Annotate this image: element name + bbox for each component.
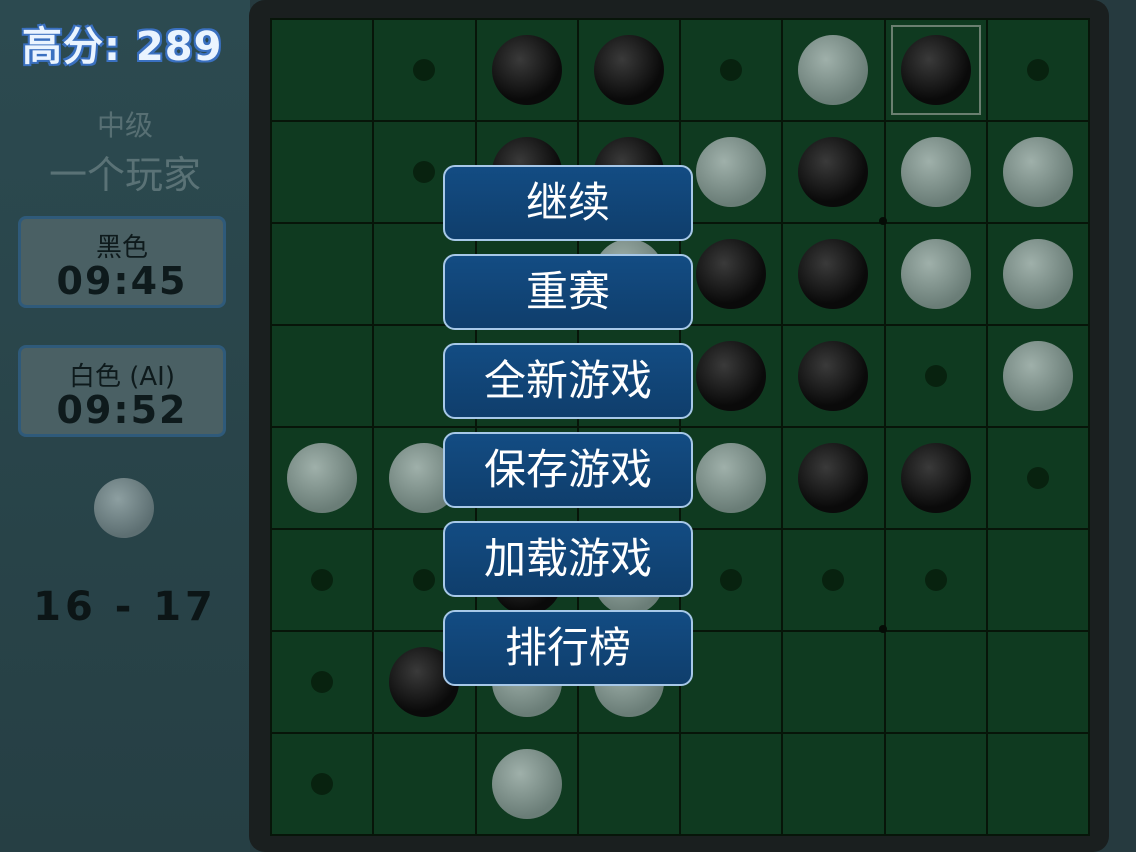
board-cell[interactable] [782,529,885,631]
board-cell[interactable] [986,325,1089,427]
board-cell[interactable] [271,631,374,733]
white-clock-time: 09:52 [56,388,188,432]
white-disc [1002,341,1073,411]
board-cell[interactable] [577,733,680,835]
save-game-button[interactable]: 保存游戏 [443,432,693,508]
board-cell[interactable] [680,733,783,835]
board-cell[interactable] [680,631,783,733]
board-cell[interactable] [884,427,987,529]
board-cell[interactable] [271,223,374,325]
black-disc [696,239,767,309]
valid-move-hint [311,671,334,693]
board-cell[interactable] [475,733,578,835]
rematch-button[interactable]: 重赛 [443,254,693,330]
black-disc [798,239,869,309]
board-cell[interactable] [271,529,374,631]
white-disc [491,749,562,819]
high-score: 高分: 289 [22,24,223,70]
board-cell[interactable] [475,19,578,121]
board-star-point [879,217,887,225]
black-disc [491,35,562,105]
board-cell[interactable] [373,19,476,121]
board-cell[interactable] [271,121,374,223]
board-cell[interactable] [986,121,1089,223]
valid-move-hint [1026,59,1049,81]
board-cell[interactable] [884,529,987,631]
valid-move-hint [311,569,334,591]
board-cell[interactable] [680,223,783,325]
valid-move-hint [720,59,743,81]
black-disc [798,341,869,411]
board-cell[interactable] [680,19,783,121]
valid-move-hint [720,569,743,591]
valid-move-hint [1026,467,1049,489]
current-turn-disc [94,478,154,538]
board-star-point [879,625,887,633]
continue-button[interactable]: 继续 [443,165,693,241]
board-cell[interactable] [986,631,1089,733]
white-disc [696,137,767,207]
valid-move-hint [413,569,436,591]
pause-menu: 继续 重赛 全新游戏 保存游戏 加载游戏 排行榜 [443,165,693,699]
disc-count-score: 16 - 17 [33,584,217,630]
board-cell[interactable] [986,427,1089,529]
difficulty-level: 中级 [96,109,153,142]
board-cell[interactable] [680,325,783,427]
board-cell[interactable] [680,529,783,631]
board-cell[interactable] [680,121,783,223]
white-disc [900,239,971,309]
white-disc [696,443,767,513]
board-cell[interactable] [986,19,1089,121]
board-cell[interactable] [884,223,987,325]
board-cell[interactable] [577,19,680,121]
white-disc [1002,137,1073,207]
black-disc [798,137,869,207]
valid-move-hint [311,773,334,795]
new-game-button[interactable]: 全新游戏 [443,343,693,419]
black-disc [900,35,971,105]
board-cell[interactable] [884,121,987,223]
valid-move-hint [924,569,947,591]
black-clock: 黑色 09:45 [18,216,226,308]
white-disc [900,137,971,207]
board-cell[interactable] [884,631,987,733]
board-cell[interactable] [884,325,987,427]
valid-move-hint [924,365,947,387]
black-clock-time: 09:45 [56,259,188,303]
board-cell[interactable] [884,19,987,121]
board-cell[interactable] [782,733,885,835]
board-cell[interactable] [986,529,1089,631]
board-cell[interactable] [782,223,885,325]
board-cell[interactable] [271,733,374,835]
board-cell[interactable] [782,121,885,223]
valid-move-hint [413,161,436,183]
black-disc [696,341,767,411]
black-disc [593,35,664,105]
board-cell[interactable] [884,733,987,835]
leaderboard-button[interactable]: 排行榜 [443,610,693,686]
white-disc [798,35,869,105]
white-disc [287,443,358,513]
black-disc [900,443,971,513]
board-cell[interactable] [782,325,885,427]
board-cell[interactable] [986,733,1089,835]
board-cell[interactable] [680,427,783,529]
load-game-button[interactable]: 加载游戏 [443,521,693,597]
board-cell[interactable] [271,427,374,529]
board-cell[interactable] [782,19,885,121]
valid-move-hint [822,569,845,591]
board-cell[interactable] [782,631,885,733]
board-cell[interactable] [373,733,476,835]
board-cell[interactable] [986,223,1089,325]
valid-move-hint [413,59,436,81]
black-disc [798,443,869,513]
white-clock: 白色 (AI) 09:52 [18,345,226,437]
board-cell[interactable] [271,19,374,121]
white-disc [1002,239,1073,309]
player-mode: 一个玩家 [48,153,201,197]
board-cell[interactable] [782,427,885,529]
board-cell[interactable] [271,325,374,427]
